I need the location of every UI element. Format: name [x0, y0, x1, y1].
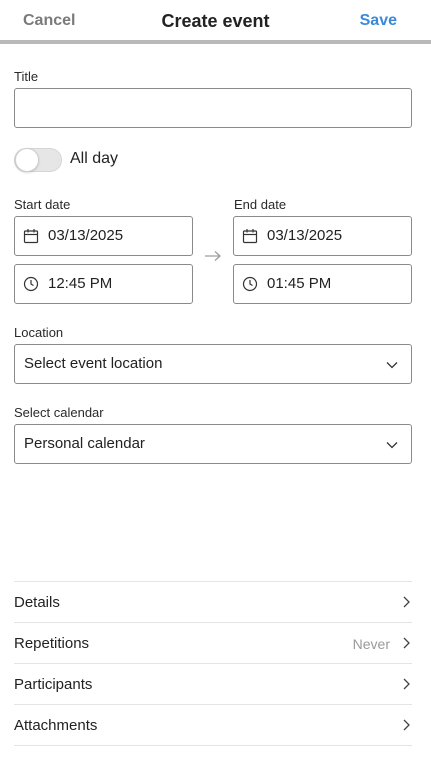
chevron-down-icon [385, 438, 399, 452]
end-date-value: 03/13/2025 [267, 227, 343, 244]
location-select[interactable]: Select event location [14, 344, 412, 384]
start-time-value: 12:45 PM [48, 275, 113, 292]
toggle-knob [15, 148, 39, 172]
end-date-field[interactable]: 03/13/2025 [233, 216, 412, 256]
start-date-value: 03/13/2025 [48, 227, 124, 244]
calendar-icon [242, 228, 258, 244]
title-label: Title [14, 69, 39, 84]
participants-row[interactable]: Participants [14, 663, 412, 704]
location-select-value: Select event location [24, 355, 163, 372]
chevron-down-icon [385, 358, 399, 372]
all-day-toggle[interactable] [14, 148, 62, 172]
chevron-right-icon [400, 677, 412, 691]
location-label: Location [14, 325, 64, 340]
end-time-value: 01:45 PM [267, 275, 332, 292]
arrow-right-icon [203, 248, 223, 264]
clock-icon [23, 276, 39, 292]
divider [14, 745, 412, 746]
chevron-right-icon [400, 636, 412, 650]
calendar-select-value: Personal calendar [24, 435, 145, 452]
repetitions-label: Repetitions [14, 635, 90, 652]
end-date-label: End date [234, 197, 287, 212]
repetitions-value: Never [352, 636, 390, 652]
participants-label: Participants [14, 676, 93, 693]
save-button[interactable]: Save [360, 12, 397, 30]
all-day-label: All day [70, 150, 119, 167]
chevron-right-icon [400, 595, 412, 609]
start-time-field[interactable]: 12:45 PM [14, 264, 193, 304]
start-date-label: Start date [14, 197, 71, 212]
start-date-field[interactable]: 03/13/2025 [14, 216, 193, 256]
repetitions-row[interactable]: Repetitions Never [14, 622, 412, 663]
attachments-label: Attachments [14, 717, 98, 734]
clock-icon [242, 276, 258, 292]
calendar-icon [23, 228, 39, 244]
end-time-field[interactable]: 01:45 PM [233, 264, 412, 304]
calendar-select[interactable]: Personal calendar [14, 424, 412, 464]
title-input[interactable] [14, 88, 412, 128]
calendar-label: Select calendar [14, 405, 104, 420]
attachments-row[interactable]: Attachments [14, 704, 412, 745]
top-bar: Cancel Create event Save [0, 0, 431, 44]
details-row[interactable]: Details [14, 581, 412, 622]
details-label: Details [14, 594, 60, 611]
chevron-right-icon [400, 718, 412, 732]
